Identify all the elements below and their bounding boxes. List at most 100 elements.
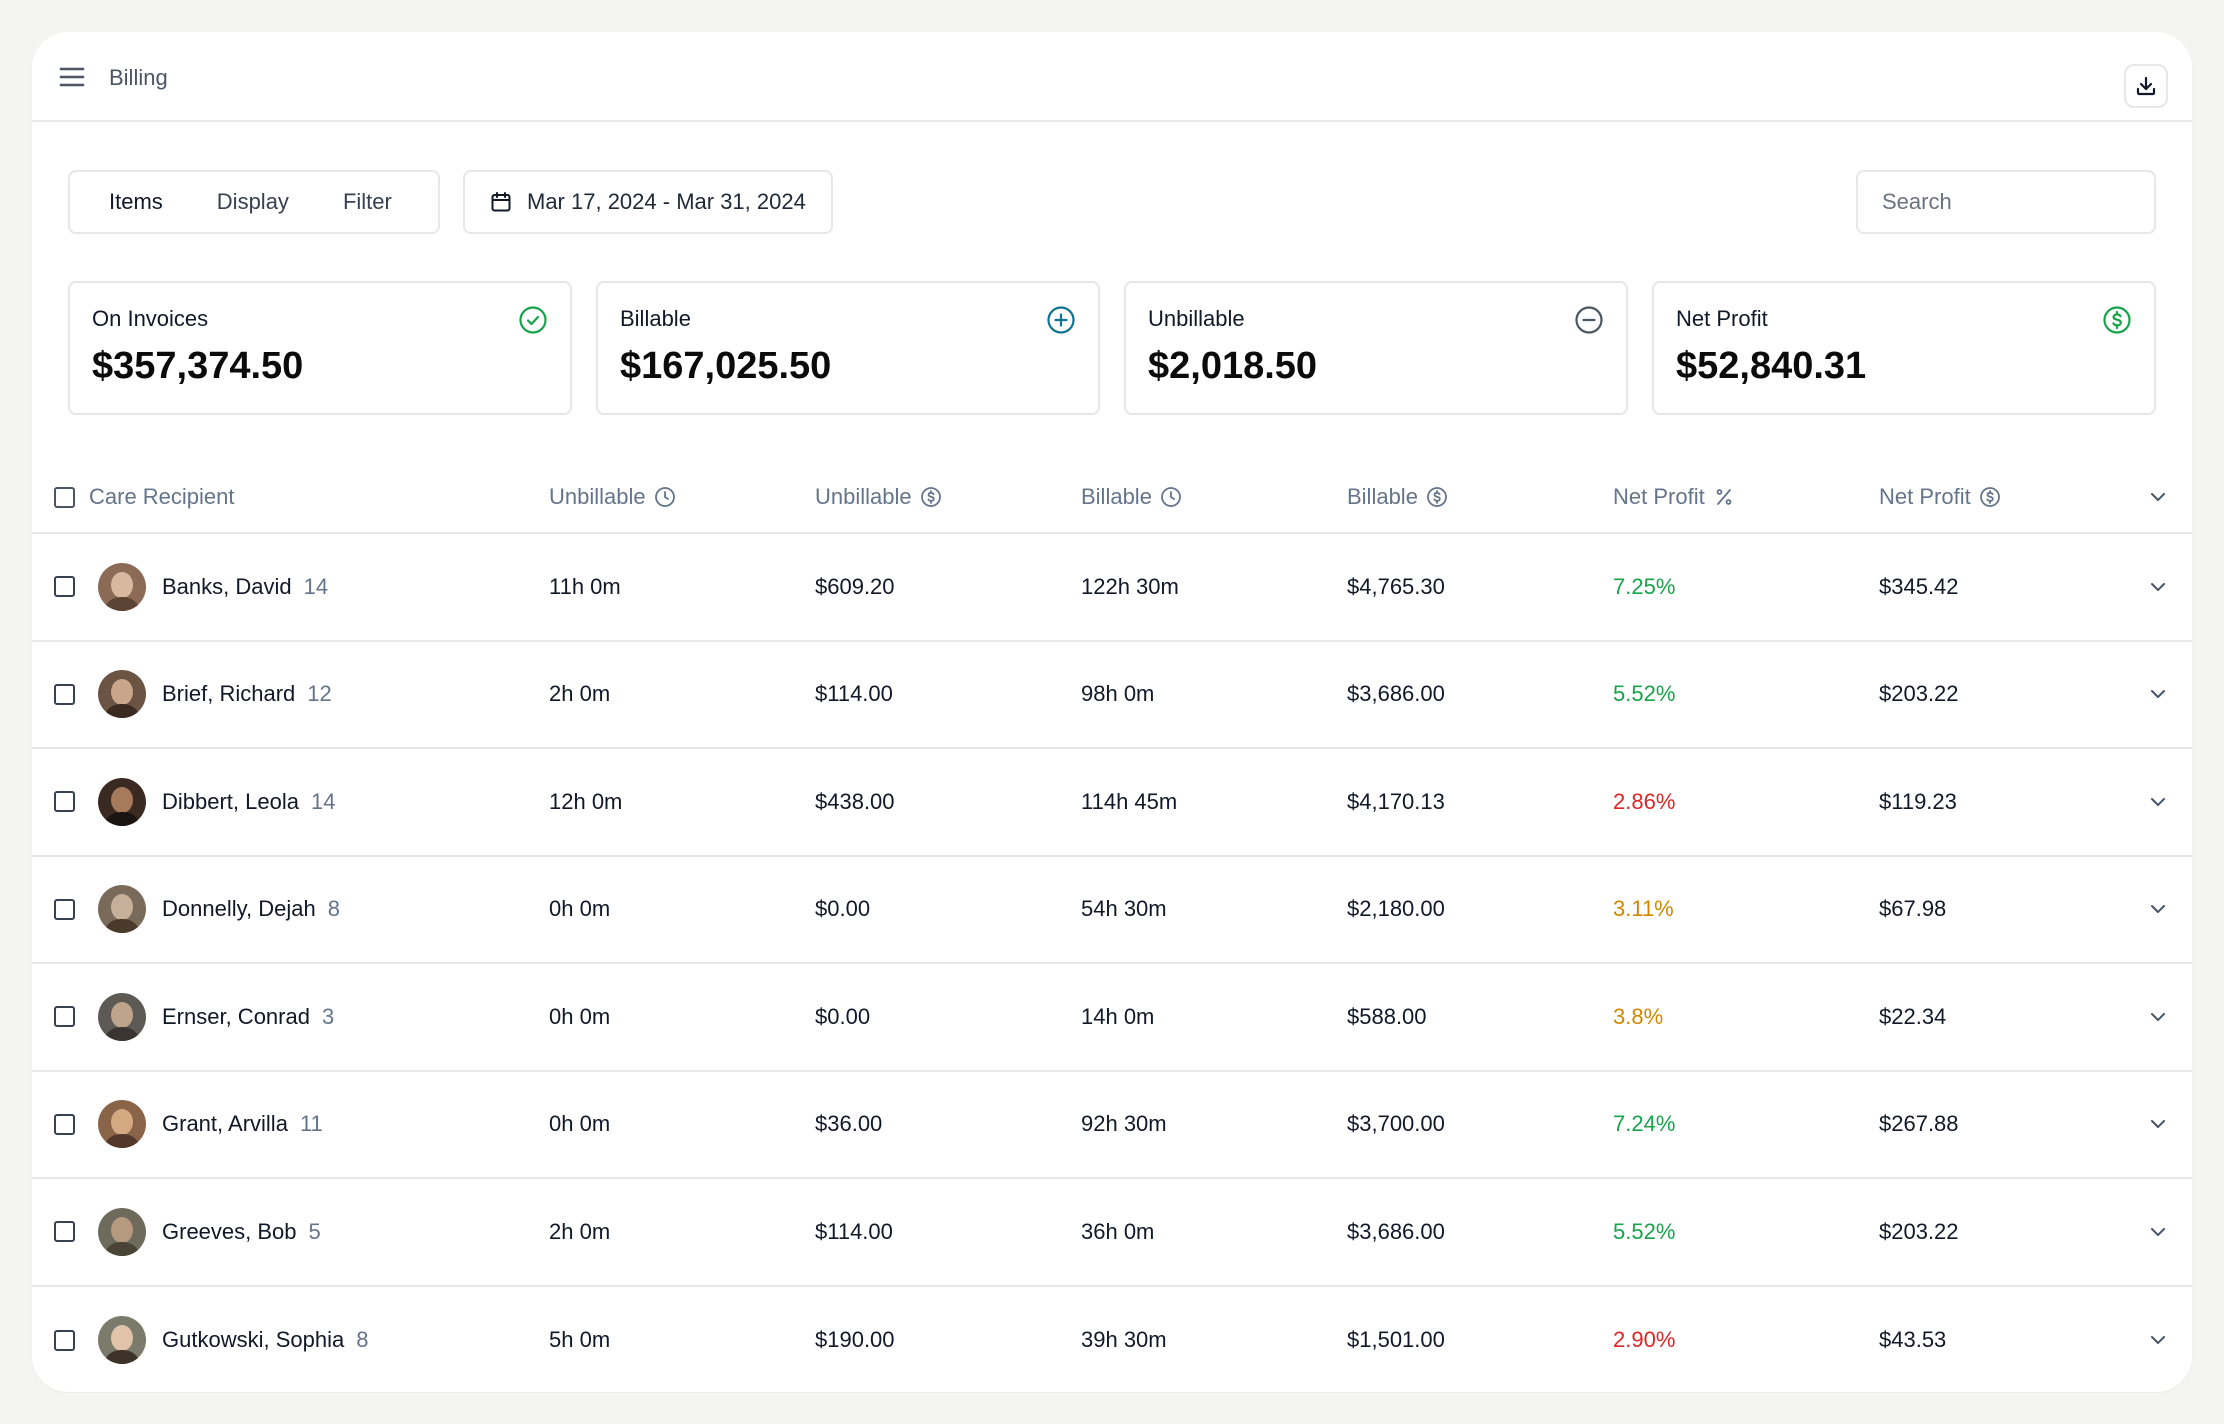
row-checkbox[interactable] bbox=[54, 1113, 75, 1135]
billable-amount: $588.00 bbox=[1347, 1003, 1427, 1029]
avatar bbox=[98, 992, 146, 1041]
download-button[interactable] bbox=[2124, 64, 2168, 108]
net-profit-pct: 2.86% bbox=[1613, 788, 1676, 814]
percent-icon bbox=[1716, 489, 1732, 505]
billable-time: 54h 30m bbox=[1081, 896, 1167, 922]
chevron-down-icon[interactable] bbox=[2142, 1324, 2174, 1356]
row-expand-cell bbox=[2142, 1072, 2174, 1178]
unbillable-amount: $609.20 bbox=[815, 573, 895, 599]
billing-window: Billing Items Display Filter Mar 17, 202… bbox=[32, 32, 2192, 1392]
col-unbillable-amount[interactable]: Unbillable bbox=[815, 462, 942, 532]
col-net-profit-amount[interactable]: Net Profit bbox=[1879, 462, 2001, 532]
card-label: Net Profit bbox=[1676, 306, 1768, 331]
care-recipient-cell[interactable]: Grant, Arvilla 11 bbox=[88, 1072, 323, 1178]
table-row[interactable]: Ernser, Conrad 3 0h 0m $0.00 14h 0m $588… bbox=[32, 964, 2192, 1072]
card-value: $167,025.50 bbox=[620, 345, 832, 387]
summary-cards: On Invoices $357,374.50 Billable $167,02… bbox=[68, 281, 2156, 415]
col-net-profit-pct[interactable]: Net Profit bbox=[1613, 462, 1735, 532]
select-all-checkbox[interactable] bbox=[54, 486, 75, 508]
col-care-recipient[interactable]: Care Recipient bbox=[89, 462, 235, 532]
row-expand-cell bbox=[2142, 642, 2174, 748]
col-billable-time[interactable]: Billable bbox=[1081, 462, 1182, 532]
row-checkbox[interactable] bbox=[54, 1006, 75, 1028]
care-recipient-cell[interactable]: Brief, Richard 12 bbox=[88, 642, 332, 748]
visit-count: 5 bbox=[308, 1218, 321, 1244]
chevron-down-icon[interactable] bbox=[2142, 1001, 2174, 1033]
row-checkbox[interactable] bbox=[54, 898, 75, 920]
row-expand-cell bbox=[2142, 1287, 2174, 1393]
net-profit-amount: $203.22 bbox=[1879, 681, 1959, 707]
search-input[interactable] bbox=[1856, 170, 2156, 234]
billable-time: 39h 30m bbox=[1081, 1327, 1167, 1353]
table-row[interactable]: Banks, David 14 11h 0m $609.20 122h 30m … bbox=[32, 534, 2192, 642]
net-profit-pct: 3.11% bbox=[1613, 896, 1674, 922]
unbillable-time: 2h 0m bbox=[549, 681, 611, 707]
row-checkbox[interactable] bbox=[54, 1221, 75, 1243]
chevron-down-icon[interactable] bbox=[2142, 1216, 2174, 1248]
table-row[interactable]: Grant, Arvilla 11 0h 0m $36.00 92h 30m $… bbox=[32, 1072, 2192, 1179]
row-select-cell bbox=[54, 1179, 75, 1285]
unbillable-time: 0h 0m bbox=[549, 896, 611, 922]
billable-time: 122h 30m bbox=[1081, 573, 1179, 599]
table-row[interactable]: Donnelly, Dejah 8 0h 0m $0.00 54h 30m $2… bbox=[32, 857, 2192, 964]
net-profit-amount: $67.98 bbox=[1879, 896, 1947, 922]
dollar-circle-icon bbox=[2103, 306, 2131, 334]
row-checkbox[interactable] bbox=[54, 1329, 75, 1351]
table-row[interactable]: Dibbert, Leola 14 12h 0m $438.00 114h 45… bbox=[32, 749, 2192, 857]
visit-count: 14 bbox=[310, 788, 336, 814]
tab-filter[interactable]: Filter bbox=[316, 172, 419, 232]
dollar-circle-icon bbox=[1979, 487, 2000, 507]
unbillable-amount: $190.00 bbox=[815, 1327, 895, 1353]
care-recipient-cell[interactable]: Gutkowski, Sophia 8 bbox=[88, 1287, 368, 1393]
row-expand-cell bbox=[2142, 534, 2174, 640]
unbillable-time: 12h 0m bbox=[549, 788, 623, 814]
unbillable-amount: $0.00 bbox=[815, 896, 871, 922]
minus-circle-icon bbox=[1575, 306, 1603, 334]
column-label: Net Profit bbox=[1879, 484, 1971, 509]
care-recipient-cell[interactable]: Dibbert, Leola 14 bbox=[88, 749, 335, 855]
col-billable-amount[interactable]: Billable bbox=[1347, 462, 1448, 532]
billable-amount: $3,700.00 bbox=[1347, 1111, 1445, 1137]
row-select-cell bbox=[54, 642, 75, 748]
care-recipient-cell[interactable]: Ernser, Conrad 3 bbox=[88, 964, 334, 1070]
row-select-cell bbox=[54, 1287, 75, 1393]
table-row[interactable]: Brief, Richard 12 2h 0m $114.00 98h 0m $… bbox=[32, 642, 2192, 749]
care-recipient-cell[interactable]: Donnelly, Dejah 8 bbox=[88, 857, 340, 963]
care-recipient-cell[interactable]: Banks, David 14 bbox=[88, 534, 328, 640]
chevron-down-icon[interactable] bbox=[2142, 678, 2174, 710]
net-profit-amount: $22.34 bbox=[1879, 1003, 1947, 1029]
chevron-down-icon[interactable] bbox=[2142, 481, 2174, 513]
row-checkbox[interactable] bbox=[54, 576, 75, 598]
tab-items[interactable]: Items bbox=[82, 172, 190, 232]
row-checkbox[interactable] bbox=[54, 683, 75, 705]
billable-time: 92h 30m bbox=[1081, 1111, 1167, 1137]
row-checkbox[interactable] bbox=[54, 791, 75, 813]
table-row[interactable]: Greeves, Bob 5 2h 0m $114.00 36h 0m $3,6… bbox=[32, 1179, 2192, 1287]
net-profit-amount: $43.53 bbox=[1879, 1327, 1947, 1353]
chevron-down-icon[interactable] bbox=[2142, 893, 2174, 925]
table-row[interactable]: Gutkowski, Sophia 8 5h 0m $190.00 39h 30… bbox=[32, 1287, 2192, 1393]
row-expand-cell bbox=[2142, 1179, 2174, 1285]
menu-icon[interactable] bbox=[56, 61, 88, 93]
net-profit-pct: 7.25% bbox=[1613, 573, 1676, 599]
column-label: Billable bbox=[1081, 484, 1152, 509]
chevron-down-icon[interactable] bbox=[2142, 1108, 2174, 1140]
table-body: Banks, David 14 11h 0m $609.20 122h 30m … bbox=[32, 534, 2192, 1392]
card-unbillable: Unbillable $2,018.50 bbox=[1124, 281, 1628, 415]
column-label: Billable bbox=[1347, 484, 1418, 509]
chevron-down-icon[interactable] bbox=[2142, 571, 2174, 603]
unbillable-amount: $114.00 bbox=[815, 681, 893, 707]
unbillable-amount: $36.00 bbox=[815, 1111, 883, 1137]
card-value: $2,018.50 bbox=[1148, 345, 1318, 387]
table-header: Care Recipient Unbillable Unbillable Bil… bbox=[32, 462, 2192, 534]
billable-amount: $3,686.00 bbox=[1347, 1218, 1445, 1244]
date-range-picker[interactable]: Mar 17, 2024 - Mar 31, 2024 bbox=[463, 170, 833, 234]
chevron-down-icon[interactable] bbox=[2142, 786, 2174, 818]
tab-display[interactable]: Display bbox=[190, 172, 316, 232]
recipient-name: Donnelly, Dejah bbox=[162, 896, 316, 922]
care-recipient-cell[interactable]: Greeves, Bob 5 bbox=[88, 1179, 321, 1285]
recipient-name: Grant, Arvilla bbox=[162, 1111, 288, 1137]
col-unbillable-time[interactable]: Unbillable bbox=[549, 462, 676, 532]
net-profit-pct: 3.8% bbox=[1613, 1003, 1664, 1029]
row-expand-cell bbox=[2142, 857, 2174, 963]
